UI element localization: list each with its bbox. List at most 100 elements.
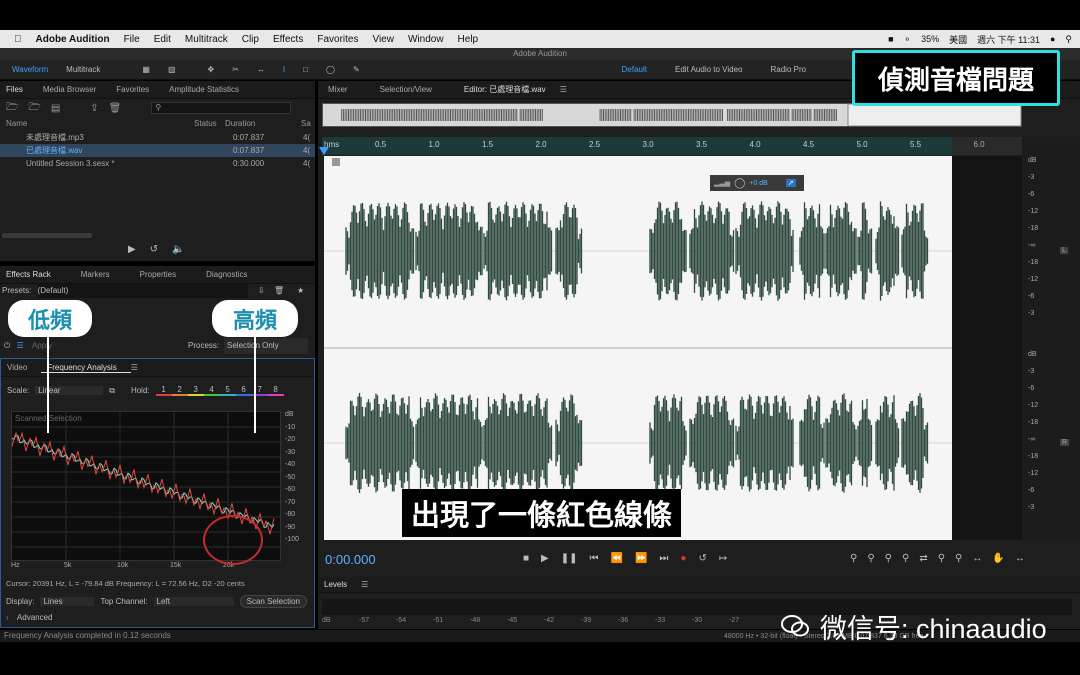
volume-knob-icon[interactable]: ◯ [734,178,745,189]
top-channel-select[interactable]: Left [153,597,234,606]
tab-files[interactable]: Files [0,85,37,94]
user-icon[interactable]: ● [1050,34,1055,44]
workspace-default[interactable]: Default [616,63,653,76]
zoom-in-time-icon[interactable]: ⚲ [885,553,892,564]
col-status[interactable]: Status [194,117,217,131]
menu-clip[interactable]: Clip [242,34,259,45]
display-select[interactable]: Lines [40,597,95,606]
hold-button-1[interactable]: 1 [155,385,172,396]
file-row[interactable]: 未處理音檔.mp3 0:07.837 4( [0,131,315,144]
razor-tool-icon[interactable]: ✂ [226,63,245,76]
tab-diagnostics[interactable]: Diagnostics [190,270,261,279]
favorite-star-icon[interactable]: ★ [297,284,304,298]
menu-multitrack[interactable]: Multitrack [185,34,228,45]
skip-forward-icon[interactable]: ⏭ [659,553,668,564]
tab-effects-rack[interactable]: Effects Rack [0,270,65,279]
advanced-display-icon[interactable]: ⧉ [109,386,115,396]
zoom-in-start-icon[interactable]: ⚲ [938,553,945,564]
input-method[interactable]: 美國 [949,33,967,46]
loop-preview-icon[interactable]: ↺ [150,244,158,255]
scale-select[interactable]: Linear [35,386,104,395]
spotlight-icon[interactable]: ⚲ [1065,34,1072,45]
presets-select[interactable]: (Default) [37,284,248,298]
waveform-overview[interactable] [322,103,1022,127]
col-duration[interactable]: Duration [225,117,255,131]
files-search-input[interactable]: ⚲ [151,102,292,114]
menubar-clock[interactable]: 週六 下午 11:31 [977,33,1040,46]
power-icon[interactable]: ⏻ [0,341,10,350]
hold-button-5[interactable]: 5 [219,385,236,396]
tab-media-browser[interactable]: Media Browser [37,85,110,94]
menu-view[interactable]: View [372,34,394,45]
tab-properties[interactable]: Properties [124,270,190,279]
workspace-radio[interactable]: Radio Pro [764,63,812,76]
pause-icon[interactable]: ❚❚ [561,553,578,564]
hold-button-4[interactable]: 4 [203,385,220,396]
workspace-edit-audio-video[interactable]: Edit Audio to Video [669,63,748,76]
tab-levels[interactable]: Levels [318,580,361,589]
menu-file[interactable]: File [124,34,140,45]
zoom-out-full-icon[interactable]: ⇄ [919,553,927,564]
loop-icon[interactable]: ↺ [698,553,706,564]
waveform-hud[interactable]: ▂▃▅ ◯ +0 dB ↗ [710,175,804,191]
delete-preset-icon[interactable]: 🗑 [274,284,284,298]
zoom-out-time-icon[interactable]: ⚲ [902,553,909,564]
list-icon[interactable]: ☰ [13,341,24,350]
tab-mixer[interactable]: Mixer [322,85,374,94]
tab-selection-view[interactable]: Selection/View [374,85,458,94]
zoom-in-end-icon[interactable]: ⚲ [955,553,962,564]
wifi-icon[interactable]: ⚬ [904,34,912,45]
apple-icon[interactable]:  [14,34,22,45]
zoom-out-amplitude-icon[interactable]: ⚲ [867,553,874,564]
insert-icon[interactable]: ⇪ [90,103,98,114]
zoom-selection-icon[interactable]: ↔ [972,553,982,564]
tab-video[interactable]: Video [1,363,41,372]
playhead-marker[interactable] [319,147,329,155]
fast-forward-icon[interactable]: ⏩ [635,553,647,564]
record-icon[interactable]: ● [680,553,686,564]
waveform-mode-button[interactable]: Waveform [6,63,54,76]
menu-help[interactable]: Help [458,34,479,45]
slip-tool-icon[interactable]: ↔ [251,63,271,76]
marquee-tool-icon[interactable]: □ [297,63,314,76]
tab-amplitude-statistics[interactable]: Amplitude Statistics [163,85,253,94]
skip-back-icon[interactable]: ⏮ [590,553,599,564]
advanced-row[interactable]: › Advanced [6,613,53,622]
brush-tool-icon[interactable]: ✎ [347,63,366,76]
time-selection-tool-icon[interactable]: I [277,63,291,76]
pin-hud-icon[interactable]: ↗ [785,179,796,187]
stop-record-icon[interactable]: ■ [888,34,893,44]
new-file-icon[interactable]: ▤ [51,103,60,114]
file-row[interactable]: Untitled Session 3.sesx * 0:30.000 4( [0,157,315,170]
play-preview-icon[interactable]: ▶ [128,244,136,255]
save-preset-icon[interactable]: ⇩ [258,284,265,298]
play-icon[interactable]: ▶ [541,553,549,564]
hold-button-2[interactable]: 2 [171,385,188,396]
process-select[interactable]: Selection Only [224,338,308,354]
tab-editor[interactable]: Editor: 已處理音檔.wav [458,84,560,95]
skip-selection-icon[interactable]: ↦ [719,553,727,564]
delete-icon[interactable]: 🗑 [109,103,122,114]
collapse-channel-icon[interactable] [332,158,340,166]
menu-window[interactable]: Window [408,34,444,45]
hold-button-3[interactable]: 3 [187,385,204,396]
multitrack-mode-button[interactable]: Multitrack [60,63,106,76]
move-tool-icon[interactable]: ✥ [202,63,221,76]
battery-percent[interactable]: 35% [921,34,939,44]
tab-markers[interactable]: Markers [65,270,124,279]
menu-edit[interactable]: Edit [154,34,171,45]
open-file-icon[interactable]: 🗁 [6,100,18,117]
pitch-display-icon[interactable]: ▧ [162,63,182,76]
zoom-hand-icon[interactable]: ✋ [992,553,1004,564]
levels-menu-icon[interactable]: ☰ [361,580,368,589]
editor-menu-icon[interactable]: ☰ [560,85,567,94]
col-sample-rate[interactable]: Sa [301,117,311,131]
tab-frequency-analysis[interactable]: Frequency Analysis [41,363,131,373]
hud-volume-value[interactable]: +0 dB [749,180,768,187]
autoplay-icon[interactable]: 🔈 [172,244,184,255]
hold-button-8[interactable]: 8 [267,385,284,396]
menu-favorites[interactable]: Favorites [317,34,358,45]
lasso-tool-icon[interactable]: ◯ [320,63,341,76]
stop-icon[interactable]: ■ [523,553,529,564]
hold-button-6[interactable]: 6 [235,385,252,396]
